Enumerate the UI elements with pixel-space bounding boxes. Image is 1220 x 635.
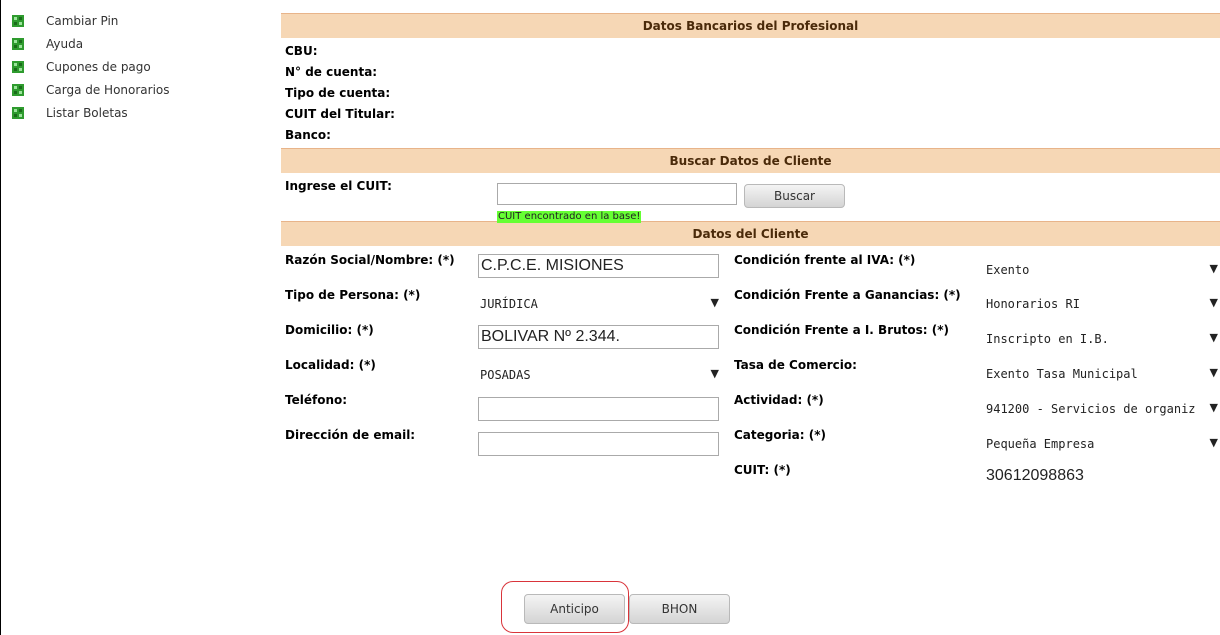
tasa-comercio-select[interactable]: Exento Tasa Municipal ▼ bbox=[984, 360, 1220, 384]
dropdown-arrow-icon: ▼ bbox=[1207, 290, 1218, 314]
categoria-value: Pequeña Empresa bbox=[986, 437, 1095, 451]
sidebar-item-cupones-de-pago[interactable]: Cupones de pago bbox=[12, 55, 252, 78]
brutos-label: Condición Frente a I. Brutos: (*) bbox=[734, 323, 949, 337]
green-puzzle-icon bbox=[12, 106, 24, 119]
green-puzzle-icon bbox=[12, 37, 24, 50]
search-section-header: Buscar Datos de Cliente bbox=[281, 148, 1220, 173]
brutos-select[interactable]: Inscripto en I.B. ▼ bbox=[984, 325, 1220, 349]
search-cuit-input[interactable] bbox=[497, 183, 737, 205]
sidebar-item-label[interactable]: Cambiar Pin bbox=[46, 14, 118, 28]
main-panel: Datos Bancarios del Profesional CBU: N° … bbox=[281, 13, 1220, 606]
dropdown-arrow-icon: ▼ bbox=[1207, 430, 1218, 454]
iva-label: Condición frente al IVA: (*) bbox=[734, 253, 916, 267]
tipo-persona-label: Tipo de Persona: (*) bbox=[285, 288, 421, 302]
categoria-label: Categoria: (*) bbox=[734, 428, 826, 442]
iva-select[interactable]: Exento ▼ bbox=[984, 256, 1220, 280]
email-input[interactable] bbox=[478, 432, 719, 456]
dropdown-arrow-icon: ▼ bbox=[1207, 325, 1218, 349]
account-number-label: N° de cuenta: bbox=[285, 65, 378, 79]
telefono-input[interactable] bbox=[478, 397, 719, 421]
sidebar-item-listar-boletas[interactable]: Listar Boletas bbox=[12, 101, 252, 124]
email-label: Dirección de email: bbox=[285, 428, 416, 442]
sidebar-item-label[interactable]: Cupones de pago bbox=[46, 60, 151, 74]
tasa-comercio-label: Tasa de Comercio: bbox=[734, 358, 857, 372]
sidebar-item-label[interactable]: Ayuda bbox=[46, 37, 83, 51]
cbu-label: CBU: bbox=[285, 44, 318, 58]
localidad-value: POSADAS bbox=[480, 368, 531, 382]
ganancias-select[interactable]: Honorarios RI ▼ bbox=[984, 290, 1220, 314]
iva-value: Exento bbox=[986, 263, 1030, 277]
client-search: Ingrese el CUIT: Buscar CUIT encontrado … bbox=[281, 173, 1220, 223]
cuit-value-field[interactable]: 30612098863 bbox=[984, 465, 1220, 489]
holder-cuit-label: CUIT del Titular: bbox=[285, 107, 395, 121]
anticipo-button[interactable]: Anticipo bbox=[524, 594, 625, 624]
tipo-persona-value: JURÍDICA bbox=[480, 297, 538, 311]
tasa-comercio-value: Exento Tasa Municipal bbox=[986, 367, 1138, 381]
bank-label: Banco: bbox=[285, 128, 331, 142]
telefono-label: Teléfono: bbox=[285, 393, 348, 407]
domicilio-input[interactable]: BOLIVAR Nº 2.344. bbox=[478, 325, 719, 349]
bhon-button[interactable]: BHON bbox=[629, 594, 730, 624]
sidebar-item-ayuda[interactable]: Ayuda bbox=[12, 32, 252, 55]
tipo-persona-select[interactable]: JURÍDICA ▼ bbox=[478, 290, 721, 314]
razon-social-input[interactable]: C.P.C.E. MISIONES bbox=[478, 254, 719, 278]
green-puzzle-icon bbox=[12, 14, 24, 27]
dropdown-arrow-icon: ▼ bbox=[1207, 360, 1218, 384]
page-left-border bbox=[0, 0, 1, 635]
dropdown-arrow-icon: ▼ bbox=[1207, 395, 1218, 419]
sidebar-item-carga-de-honorarios[interactable]: Carga de Honorarios bbox=[12, 78, 252, 101]
sidebar-item-label[interactable]: Carga de Honorarios bbox=[46, 83, 170, 97]
actividad-select[interactable]: 941200 - Servicios de organiz ▼ bbox=[984, 395, 1220, 419]
search-button[interactable]: Buscar bbox=[744, 184, 845, 208]
localidad-label: Localidad: (*) bbox=[285, 358, 376, 372]
sidebar-item-label[interactable]: Listar Boletas bbox=[46, 106, 128, 120]
green-puzzle-icon bbox=[12, 83, 24, 96]
actividad-label: Actividad: (*) bbox=[734, 393, 824, 407]
ganancias-value: Honorarios RI bbox=[986, 297, 1080, 311]
dropdown-arrow-icon: ▼ bbox=[1207, 256, 1218, 280]
brutos-value: Inscripto en I.B. bbox=[986, 332, 1109, 346]
localidad-select[interactable]: POSADAS ▼ bbox=[478, 361, 721, 385]
bank-section-header: Datos Bancarios del Profesional bbox=[281, 13, 1220, 38]
razon-social-label: Razón Social/Nombre: (*) bbox=[285, 253, 455, 267]
client-form: Razón Social/Nombre: (*) C.P.C.E. MISION… bbox=[281, 246, 1220, 606]
actividad-value: 941200 - Servicios de organiz bbox=[986, 402, 1196, 416]
cuit-label: CUIT: (*) bbox=[734, 463, 791, 477]
ganancias-label: Condición Frente a Ganancias: (*) bbox=[734, 288, 961, 302]
client-section-header: Datos del Cliente bbox=[281, 221, 1220, 246]
domicilio-label: Domicilio: (*) bbox=[285, 323, 374, 337]
green-puzzle-icon bbox=[12, 60, 24, 73]
dropdown-arrow-icon: ▼ bbox=[708, 361, 719, 385]
categoria-select[interactable]: Pequeña Empresa ▼ bbox=[984, 430, 1220, 454]
cuit-found-message: CUIT encontrado en la base! bbox=[497, 211, 642, 223]
sidebar-item-cambiar-pin[interactable]: Cambiar Pin bbox=[12, 9, 252, 32]
sidebar-menu: Cambiar Pin Ayuda Cupones de pago Carga … bbox=[12, 9, 252, 124]
account-type-label: Tipo de cuenta: bbox=[285, 86, 391, 100]
bank-details: CBU: N° de cuenta: Tipo de cuenta: CUIT … bbox=[281, 38, 1220, 148]
search-cuit-label: Ingrese el CUIT: bbox=[285, 179, 392, 193]
dropdown-arrow-icon: ▼ bbox=[708, 290, 719, 314]
